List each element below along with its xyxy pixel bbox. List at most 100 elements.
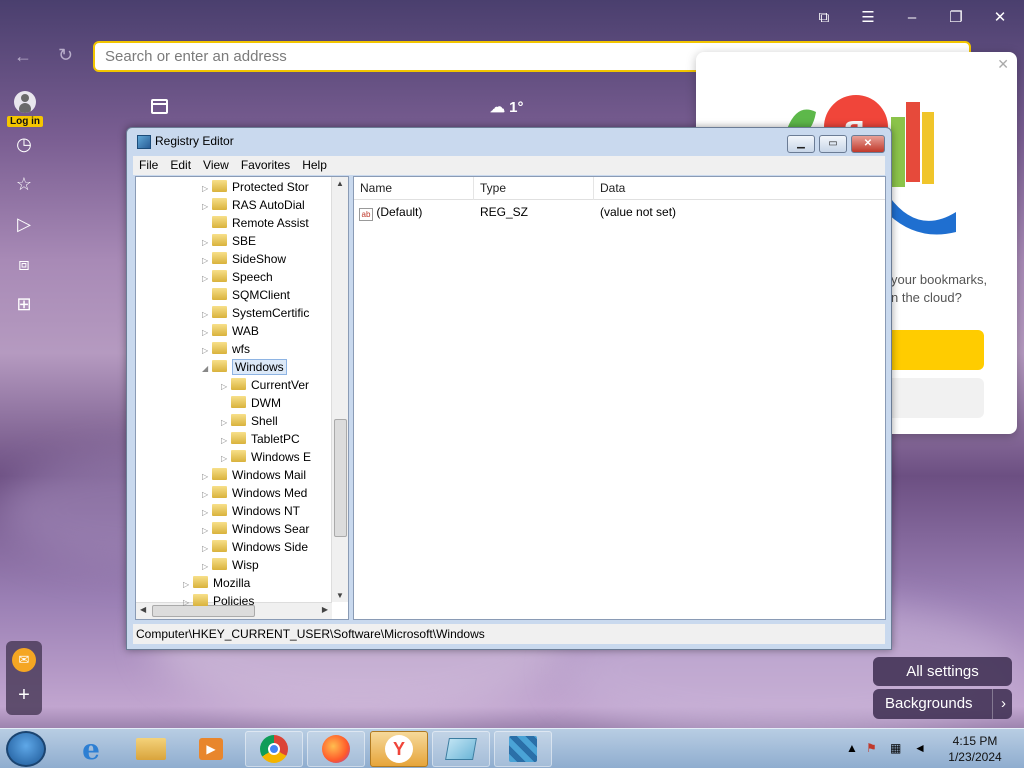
tree-item[interactable]: ▷ Windows Sear bbox=[202, 520, 348, 538]
tree-item[interactable]: ▷ SystemCertific bbox=[202, 304, 348, 322]
registry-editor-window: Registry Editor ▁ ▭ ✕ File Edit View Favori… bbox=[126, 127, 892, 650]
add-icon[interactable]: + bbox=[12, 683, 36, 707]
tree-item[interactable]: ▷ Windows Side bbox=[202, 538, 348, 556]
tree-item[interactable]: ▷ Speech bbox=[202, 268, 348, 286]
start-button[interactable] bbox=[6, 731, 46, 767]
taskbar-app-icon[interactable] bbox=[432, 731, 490, 767]
reg-maximize-button[interactable]: ▭ bbox=[819, 135, 847, 153]
folder-icon bbox=[212, 522, 227, 534]
tree-item[interactable]: ▷ Wisp bbox=[202, 556, 348, 574]
folder-icon bbox=[212, 252, 227, 264]
apps-grid-icon[interactable]: ⊞ bbox=[13, 293, 35, 315]
tree-item-label: Windows Mail bbox=[232, 468, 307, 482]
tree-item[interactable]: ▷ Protected Stor bbox=[202, 178, 348, 196]
menu-view[interactable]: View bbox=[197, 156, 235, 175]
tree-item[interactable]: Remote Assist bbox=[202, 214, 348, 232]
value-row[interactable]: ab (Default) REG_SZ (value not set) bbox=[359, 203, 879, 221]
expand-arrow-icon[interactable]: ▷ bbox=[183, 594, 193, 610]
tray-show-hidden-icon[interactable]: ▲ bbox=[846, 741, 858, 755]
expand-arrow-icon[interactable]: ◢ bbox=[202, 360, 212, 376]
scroll-left-icon[interactable]: ◀ bbox=[140, 605, 146, 614]
tree-item[interactable]: DWM bbox=[221, 394, 348, 412]
folder-icon bbox=[212, 306, 227, 318]
tree-item[interactable]: ▷ Windows NT bbox=[202, 502, 348, 520]
taskbar-regedit-icon[interactable] bbox=[494, 731, 552, 767]
menu-edit[interactable]: Edit bbox=[164, 156, 197, 175]
close-icon[interactable]: ✕ bbox=[989, 8, 1011, 28]
back-arrow-icon[interactable]: ← bbox=[14, 46, 32, 67]
tray-action-center-icon[interactable]: ⚑ bbox=[866, 741, 877, 755]
expand-arrow-icon[interactable]: ▷ bbox=[202, 558, 212, 574]
taskbar-chrome-icon[interactable] bbox=[245, 731, 303, 767]
expand-arrow-icon[interactable]: ▷ bbox=[202, 504, 212, 520]
expand-arrow-icon[interactable]: ▷ bbox=[221, 378, 231, 394]
minimize-icon[interactable]: – bbox=[901, 8, 923, 28]
expand-arrow-icon[interactable]: ▷ bbox=[202, 234, 212, 250]
expand-arrow-icon[interactable]: ▷ bbox=[221, 414, 231, 430]
expand-arrow-icon[interactable]: ▷ bbox=[221, 450, 231, 466]
tree-item[interactable]: ▷ CurrentVer bbox=[221, 376, 348, 394]
column-type[interactable]: Type bbox=[474, 177, 594, 200]
menu-icon[interactable]: ☰ bbox=[857, 8, 879, 28]
tree-item[interactable]: ▷ Mozilla bbox=[183, 574, 348, 592]
expand-arrow-icon[interactable]: ▷ bbox=[202, 522, 212, 538]
all-settings-button[interactable]: All settings bbox=[873, 657, 1012, 686]
tree-item-label: Wisp bbox=[232, 558, 259, 572]
weather-widget[interactable]: ☁ 1° bbox=[490, 98, 524, 116]
expand-arrow-icon[interactable]: ▷ bbox=[183, 576, 193, 592]
expand-arrow-icon[interactable]: ▷ bbox=[202, 252, 212, 268]
popup-secondary-button[interactable] bbox=[886, 378, 984, 418]
tree-item[interactable]: ▷ Policies bbox=[183, 592, 348, 610]
popup-primary-button[interactable] bbox=[886, 330, 984, 370]
expand-arrow-icon[interactable]: ▷ bbox=[202, 270, 212, 286]
tree-item[interactable]: ▷ TabletPC bbox=[221, 430, 348, 448]
expand-arrow-icon[interactable]: ▷ bbox=[202, 180, 212, 196]
tree-item[interactable]: ▷ Windows Med bbox=[202, 484, 348, 502]
popup-close-icon[interactable]: ✕ bbox=[997, 56, 1009, 73]
column-data[interactable]: Data bbox=[594, 177, 884, 200]
star-icon[interactable]: ☆ bbox=[13, 173, 35, 195]
taskbar-media-player-icon[interactable]: ▶ bbox=[182, 731, 240, 767]
taskbar-firefox-icon[interactable] bbox=[307, 731, 365, 767]
reload-icon[interactable]: ↻ bbox=[58, 45, 73, 66]
backgrounds-button[interactable]: Backgrounds › bbox=[873, 689, 1012, 719]
menu-favorites[interactable]: Favorites bbox=[235, 156, 296, 175]
tree-item[interactable]: SQMClient bbox=[202, 286, 348, 304]
tree-item[interactable]: ◢ Windows bbox=[202, 358, 348, 376]
tree-item[interactable]: ▷ wfs bbox=[202, 340, 348, 358]
tree-item[interactable]: ▷ Windows E bbox=[221, 448, 348, 466]
tree-item[interactable]: ▷ WAB bbox=[202, 322, 348, 340]
taskbar-clock[interactable]: 4:15 PM 1/23/2024 bbox=[940, 733, 1010, 765]
tree-item[interactable]: ▷ SBE bbox=[202, 232, 348, 250]
mail-icon[interactable]: ✉ bbox=[12, 648, 36, 672]
history-icon[interactable]: ◷ bbox=[13, 133, 35, 155]
reg-minimize-button[interactable]: ▁ bbox=[787, 135, 815, 153]
tree-item[interactable]: ▷ RAS AutoDial bbox=[202, 196, 348, 214]
tree-item[interactable]: ▷ Shell bbox=[221, 412, 348, 430]
collections-icon[interactable]: ⧉ bbox=[813, 8, 835, 28]
expand-arrow-icon[interactable]: ▷ bbox=[202, 486, 212, 502]
reg-close-button[interactable]: ✕ bbox=[851, 135, 885, 153]
tree-item[interactable]: ▷ Windows Mail bbox=[202, 466, 348, 484]
expand-arrow-icon[interactable]: ▷ bbox=[221, 432, 231, 448]
expand-arrow-icon[interactable]: ▷ bbox=[202, 198, 212, 214]
menu-help[interactable]: Help bbox=[296, 156, 333, 175]
play-icon[interactable]: ▷ bbox=[13, 213, 35, 235]
tray-network-icon[interactable]: ▦ bbox=[890, 741, 901, 755]
expand-arrow-icon[interactable]: ▷ bbox=[202, 306, 212, 322]
expand-arrow-icon[interactable]: ▷ bbox=[202, 324, 212, 340]
taskbar-explorer-icon[interactable] bbox=[122, 731, 180, 767]
expand-arrow-icon[interactable]: ▷ bbox=[202, 540, 212, 556]
taskbar-yandex-icon[interactable]: Y bbox=[370, 731, 428, 767]
column-name[interactable]: Name bbox=[354, 177, 474, 200]
restore-icon[interactable]: ❐ bbox=[945, 8, 967, 28]
expand-arrow-icon[interactable]: ▷ bbox=[202, 342, 212, 358]
tree-item-label: Policies bbox=[213, 594, 255, 608]
tray-volume-icon[interactable]: ◄ bbox=[914, 741, 926, 755]
taskbar-ie-icon[interactable]: e bbox=[62, 731, 120, 767]
expand-arrow-icon[interactable]: ▷ bbox=[202, 468, 212, 484]
menu-file[interactable]: File bbox=[133, 156, 164, 175]
camera-icon[interactable]: ⧈ bbox=[13, 253, 35, 275]
tree-item[interactable]: ▷ SideShow bbox=[202, 250, 348, 268]
tabs-icon[interactable] bbox=[151, 99, 168, 114]
